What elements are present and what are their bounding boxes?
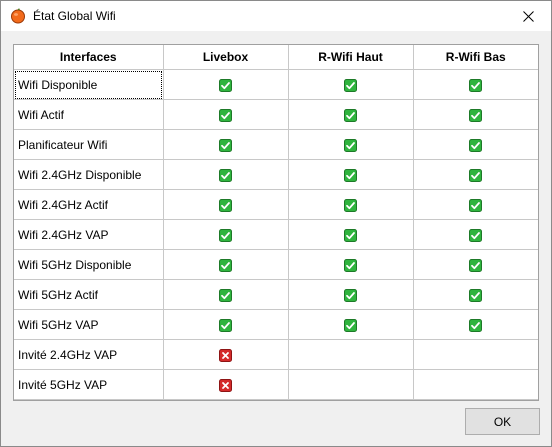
row-label[interactable]: Wifi Disponible xyxy=(14,69,164,100)
green-check-icon xyxy=(469,258,483,272)
green-check-icon xyxy=(219,78,232,92)
status-cell[interactable] xyxy=(413,309,538,340)
row-label[interactable]: Wifi 2.4GHz Disponible xyxy=(14,159,164,190)
status-cell[interactable] xyxy=(413,219,538,250)
status-cell[interactable] xyxy=(413,69,538,100)
column-header-rwifi-bas[interactable]: R-Wifi Bas xyxy=(413,45,538,70)
header-row: Interfaces Livebox R-Wifi Haut R-Wifi Ba… xyxy=(14,45,538,70)
green-check-icon xyxy=(219,168,232,182)
row-label[interactable]: Wifi 5GHz Actif xyxy=(14,279,164,310)
status-cell[interactable] xyxy=(288,219,414,250)
table-row[interactable]: Wifi 5GHz VAP xyxy=(14,309,538,340)
status-cell[interactable] xyxy=(163,249,289,280)
green-check-icon xyxy=(219,138,232,152)
column-header-rwifi-haut[interactable]: R-Wifi Haut xyxy=(288,45,414,70)
table-row[interactable]: Wifi 2.4GHz VAP xyxy=(14,219,538,250)
row-label[interactable]: Planificateur Wifi xyxy=(14,129,164,160)
green-check-icon xyxy=(469,228,483,242)
status-cell[interactable] xyxy=(413,159,538,190)
red-x-icon xyxy=(219,378,232,392)
close-icon xyxy=(522,10,534,22)
status-cell[interactable] xyxy=(288,279,414,310)
green-check-icon xyxy=(469,108,483,122)
green-check-icon xyxy=(344,108,357,122)
status-cell[interactable] xyxy=(163,189,289,220)
green-check-icon xyxy=(344,78,357,92)
status-cell[interactable] xyxy=(163,339,289,370)
status-cell[interactable] xyxy=(413,189,538,220)
table-row[interactable]: Wifi 5GHz Actif xyxy=(14,279,538,310)
row-label[interactable]: Wifi 2.4GHz Actif xyxy=(14,189,164,220)
status-cell[interactable] xyxy=(288,159,414,190)
status-grid: Interfaces Livebox R-Wifi Haut R-Wifi Ba… xyxy=(13,44,539,401)
status-cell[interactable] xyxy=(288,369,414,400)
green-check-icon xyxy=(469,138,483,152)
table-row[interactable]: Wifi Actif xyxy=(14,99,538,130)
column-header-livebox[interactable]: Livebox xyxy=(163,45,289,70)
table-row[interactable]: Wifi Disponible xyxy=(14,69,538,100)
green-check-icon xyxy=(344,258,357,272)
row-label[interactable]: Wifi Actif xyxy=(14,99,164,130)
green-check-icon xyxy=(219,288,232,302)
green-check-icon xyxy=(344,138,357,152)
table-row[interactable]: Planificateur Wifi xyxy=(14,129,538,160)
table-row[interactable]: Invité 5GHz VAP xyxy=(14,369,538,400)
green-check-icon xyxy=(344,288,357,302)
status-cell[interactable] xyxy=(163,129,289,160)
status-cell[interactable] xyxy=(288,309,414,340)
green-check-icon xyxy=(344,168,357,182)
status-cell[interactable] xyxy=(163,369,289,400)
dialog-window: État Global Wifi Interfaces Livebox R-Wi… xyxy=(0,0,552,447)
table-row[interactable]: Wifi 2.4GHz Actif xyxy=(14,189,538,220)
status-cell[interactable] xyxy=(413,249,538,280)
status-cell[interactable] xyxy=(288,339,414,370)
green-check-icon xyxy=(469,318,483,332)
green-check-icon xyxy=(219,318,232,332)
orange-app-icon xyxy=(11,8,25,24)
status-cell[interactable] xyxy=(413,369,538,400)
status-cell[interactable] xyxy=(288,69,414,100)
green-check-icon xyxy=(219,258,232,272)
red-x-icon xyxy=(219,348,232,362)
close-button[interactable] xyxy=(505,1,551,31)
window-title: État Global Wifi xyxy=(33,9,116,23)
status-cell[interactable] xyxy=(288,189,414,220)
green-check-icon xyxy=(219,228,232,242)
title-bar: État Global Wifi xyxy=(1,1,551,31)
green-check-icon xyxy=(469,168,483,182)
status-cell[interactable] xyxy=(413,129,538,160)
status-cell[interactable] xyxy=(163,219,289,250)
status-cell[interactable] xyxy=(163,69,289,100)
status-cell[interactable] xyxy=(163,159,289,190)
row-label[interactable]: Invité 5GHz VAP xyxy=(14,369,164,400)
table-row[interactable]: Wifi 5GHz Disponible xyxy=(14,249,538,280)
green-check-icon xyxy=(219,108,232,122)
column-header-interfaces[interactable]: Interfaces xyxy=(14,45,164,70)
status-cell[interactable] xyxy=(288,99,414,130)
status-cell[interactable] xyxy=(413,99,538,130)
table-row[interactable]: Wifi 2.4GHz Disponible xyxy=(14,159,538,190)
green-check-icon xyxy=(469,288,483,302)
status-cell[interactable] xyxy=(413,339,538,370)
green-check-icon xyxy=(344,318,357,332)
green-check-icon xyxy=(344,198,357,212)
green-check-icon xyxy=(219,198,232,212)
row-label[interactable]: Wifi 5GHz VAP xyxy=(14,309,164,340)
status-cell[interactable] xyxy=(288,249,414,280)
status-cell[interactable] xyxy=(163,99,289,130)
green-check-icon xyxy=(344,228,357,242)
status-table: Interfaces Livebox R-Wifi Haut R-Wifi Ba… xyxy=(14,45,538,400)
row-label[interactable]: Wifi 5GHz Disponible xyxy=(14,249,164,280)
status-cell[interactable] xyxy=(413,279,538,310)
row-label[interactable]: Wifi 2.4GHz VAP xyxy=(14,219,164,250)
status-cell[interactable] xyxy=(163,279,289,310)
table-row[interactable]: Invité 2.4GHz VAP xyxy=(14,339,538,370)
row-label[interactable]: Invité 2.4GHz VAP xyxy=(14,339,164,370)
green-check-icon xyxy=(469,78,483,92)
ok-button[interactable]: OK xyxy=(465,408,540,435)
green-check-icon xyxy=(469,198,483,212)
status-cell[interactable] xyxy=(288,129,414,160)
status-cell[interactable] xyxy=(163,309,289,340)
